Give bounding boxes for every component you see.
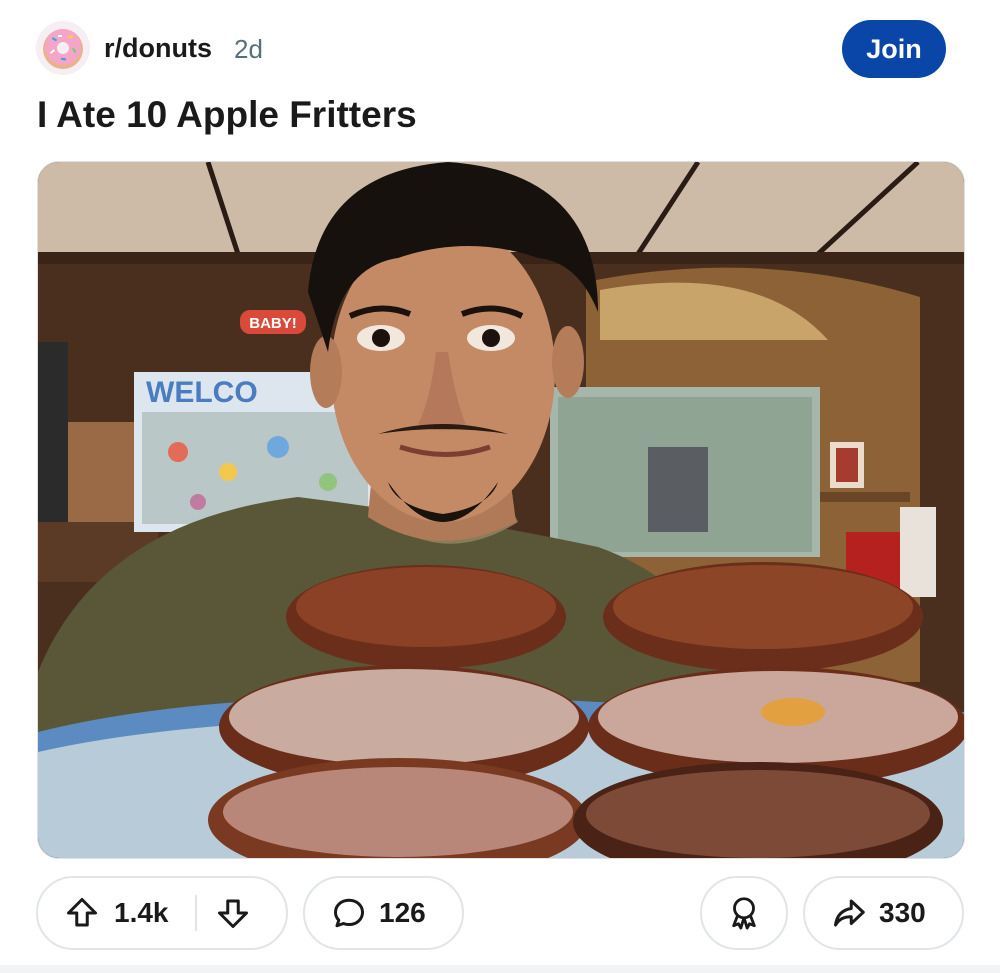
post-image[interactable]: BABY! WELCO (37, 161, 965, 859)
share-icon-wrap (831, 895, 867, 931)
subreddit-name[interactable]: r/donuts (104, 33, 212, 64)
post-header: r/donuts 2d Join (36, 20, 946, 78)
comments-button[interactable]: 126 (303, 876, 464, 950)
arrow-up-icon (67, 898, 97, 927)
donut-icon (36, 21, 90, 75)
vote-divider (194, 895, 197, 931)
share-button[interactable]: 330 (803, 876, 964, 950)
comment-icon-wrap (331, 895, 367, 931)
photo-illustration: BABY! WELCO (38, 162, 964, 858)
post-title[interactable]: I Ate 10 Apple Fritters (37, 94, 417, 136)
share-count: 330 (879, 897, 926, 928)
downvote-button[interactable] (215, 895, 251, 931)
award-icon (732, 897, 756, 930)
vote-pill: 1.4k (36, 876, 288, 950)
post-actions: 1.4k 126 330 (36, 876, 964, 952)
speech-bubble-icon (334, 898, 364, 928)
feed-separator (0, 965, 1000, 973)
comment-count: 126 (379, 897, 426, 928)
award-button[interactable] (700, 876, 788, 950)
arrow-down-icon (217, 899, 248, 928)
vote-count: 1.4k (114, 897, 169, 928)
share-arrow-icon (834, 899, 865, 927)
baby-sign-text: BABY! (249, 315, 297, 332)
poster-text: WELCO (146, 376, 258, 409)
join-button[interactable]: Join (842, 20, 946, 78)
post-age: 2d (234, 34, 263, 64)
upvote-button[interactable] (64, 895, 100, 931)
subreddit-avatar[interactable] (36, 21, 90, 75)
